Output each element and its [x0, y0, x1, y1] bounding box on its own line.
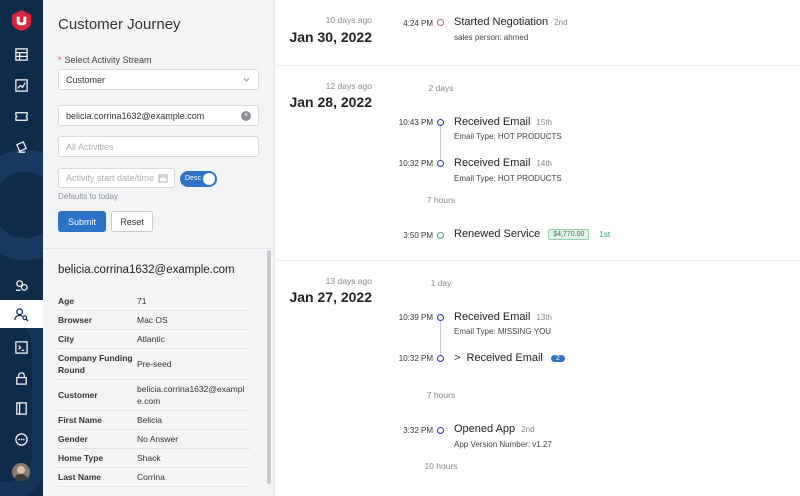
- time-gap: 2 days: [428, 83, 454, 93]
- time-gap: 7 hours: [426, 195, 456, 205]
- event-title[interactable]: Opened App 2nd: [454, 423, 535, 435]
- segments-icon: [15, 279, 28, 291]
- event-detail: Email Type: HOT PRODUCTS: [454, 174, 562, 183]
- table-row: Customer belicia.corrina1632@example.com: [58, 380, 250, 411]
- nav-segments[interactable]: [0, 271, 43, 299]
- profile-email: belicia.corrina1632@example.com: [58, 264, 235, 276]
- chat-icon: [15, 432, 28, 446]
- ticket-icon: [15, 111, 28, 121]
- scrollbar[interactable]: [267, 250, 271, 484]
- timeline-connector: [440, 124, 441, 165]
- filter-panel: Customer Journey * Select Activity Stream…: [43, 0, 275, 496]
- event-detail: Email Type: HOT PRODUCTS: [454, 132, 562, 141]
- start-date-input[interactable]: Activity start date/time: [58, 168, 175, 188]
- event-title[interactable]: Received Email 15th: [454, 116, 552, 128]
- chevron-right-icon: >: [454, 352, 461, 364]
- journey-timeline: 10 days ago Jan 30, 2022 4:24 PM Started…: [276, 0, 800, 496]
- nav-security[interactable]: [0, 364, 43, 392]
- event-detail: Email Type: MISSING YOU: [454, 327, 552, 336]
- event-time: 4:24 PM: [403, 19, 433, 28]
- table-row: Last Name Corrina: [58, 468, 250, 487]
- submit-button[interactable]: Submit: [58, 211, 106, 232]
- timeline-dot: [437, 160, 444, 167]
- timeline-dot: [437, 427, 444, 434]
- clear-icon[interactable]: ×: [241, 111, 251, 121]
- calendar-icon: [158, 174, 168, 183]
- customer-search-input[interactable]: belicia.corrina1632@example.com ×: [58, 105, 259, 126]
- ticket-alt-icon: [16, 140, 27, 153]
- event-title[interactable]: Started Negotiation 2nd: [454, 16, 568, 28]
- rail-decoration: [0, 150, 43, 260]
- amount-badge: $4,770.00: [548, 229, 590, 240]
- table-row: Age 71: [58, 292, 250, 311]
- timeline-dot: [437, 314, 444, 321]
- time-gap: 10 hours: [424, 461, 458, 471]
- table-row: Gender No Answer: [58, 430, 250, 449]
- event-title[interactable]: Renewed Service $4,770.00 1st: [454, 228, 610, 240]
- time-gap: 7 hours: [426, 390, 456, 400]
- table-row: City Atlantic: [58, 330, 250, 349]
- report-icon: [15, 78, 28, 92]
- nav-terminal[interactable]: [0, 333, 43, 361]
- divider: [276, 65, 800, 66]
- logo-icon[interactable]: [10, 9, 33, 32]
- page-title: Customer Journey: [58, 16, 181, 33]
- count-badge: 2: [550, 355, 565, 362]
- avatar[interactable]: [12, 463, 30, 481]
- nav-tickets[interactable]: [0, 102, 43, 130]
- nav-reports[interactable]: [0, 71, 43, 99]
- timeline-dot: [437, 232, 444, 239]
- timeline-dot: [437, 119, 444, 126]
- event-title[interactable]: Received Email 14th: [454, 157, 552, 169]
- table-row: Browser Mac OS: [58, 311, 250, 330]
- event-time: 10:32 PM: [398, 159, 433, 168]
- table-row: First Name Belicia: [58, 411, 250, 430]
- day-date: Jan 30, 2022: [289, 29, 372, 45]
- nav-customer-journey[interactable]: [0, 300, 43, 328]
- day-date: Jan 28, 2022: [289, 94, 372, 110]
- reset-button[interactable]: Reset: [111, 211, 153, 232]
- event-time: 10:32 PM: [398, 354, 433, 363]
- table-icon: [15, 47, 28, 61]
- toggle-knob: [203, 173, 215, 185]
- event-detail: App Version Number: v1.27: [454, 440, 552, 449]
- event-title[interactable]: Received Email 13th: [454, 311, 552, 323]
- date-hint: Defaults to today: [58, 192, 119, 201]
- book-icon: [16, 401, 27, 415]
- nav-rail: [0, 0, 43, 496]
- timeline-dot: [437, 355, 444, 362]
- activities-select[interactable]: All Activities: [58, 136, 259, 157]
- table-row: Company Funding Round Pre-seed: [58, 349, 250, 380]
- lock-icon: [16, 371, 27, 385]
- nav-tables[interactable]: [0, 40, 43, 68]
- relative-date: 13 days ago: [325, 276, 372, 286]
- event-time: 10:43 PM: [398, 118, 433, 127]
- event-group-expand[interactable]: > Received Email 2: [454, 352, 565, 364]
- nav-chat[interactable]: [0, 425, 43, 453]
- chevron-down-icon: [243, 77, 250, 82]
- event-time: 3:50 PM: [403, 231, 433, 240]
- relative-date: 12 days ago: [325, 81, 372, 91]
- time-gap: 1 day: [430, 278, 452, 288]
- timeline-dot: [437, 19, 444, 26]
- profile-properties: Age 71 Browser Mac OS City Atlantic Company…: [58, 292, 250, 487]
- stream-label: * Select Activity Stream: [58, 55, 152, 65]
- day-date: Jan 27, 2022: [289, 289, 372, 305]
- sort-order-toggle[interactable]: Desc: [180, 171, 217, 187]
- terminal-icon: [15, 340, 28, 354]
- timeline-connector: [440, 319, 441, 359]
- nav-docs[interactable]: [0, 394, 43, 422]
- divider: [276, 260, 800, 261]
- nav-tickets-alt[interactable]: [0, 133, 43, 161]
- divider: [43, 248, 275, 249]
- activity-stream-select[interactable]: Customer: [58, 69, 259, 90]
- event-time: 3:32 PM: [403, 426, 433, 435]
- event-time: 10:39 PM: [398, 313, 433, 322]
- user-search-icon: [14, 307, 29, 321]
- event-detail: sales person: ahmed: [454, 33, 529, 42]
- table-row: Home Type Shack: [58, 449, 250, 468]
